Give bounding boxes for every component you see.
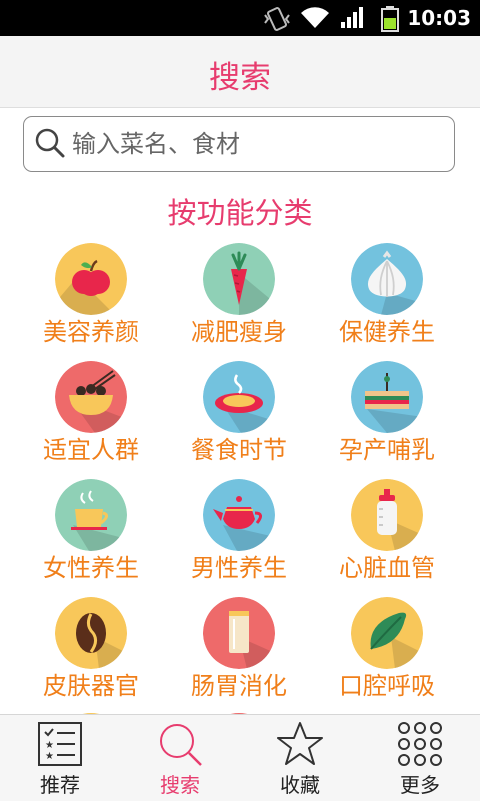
search-box[interactable] [23, 116, 455, 172]
category-item[interactable]: 适宜人群 [11, 358, 171, 476]
vibrate-icon [264, 7, 290, 31]
category-label: 保健养生 [339, 318, 435, 346]
category-item[interactable]: 孕产哺乳 [307, 358, 467, 476]
category-grid: 美容养颜 减肥瘦身 保健养生 适宜人群 餐食时节 孕产哺乳 女性养生 男性养生 … [0, 240, 480, 714]
bottom-tab-bar: ★ ★ 推荐 搜索 收藏 更多 [0, 714, 480, 801]
grid-dots-icon [398, 722, 442, 766]
category-item[interactable]: 肠胃消化 [159, 594, 319, 712]
tab-more[interactable]: 更多 [360, 715, 480, 801]
category-icon-circle [55, 243, 127, 315]
category-label: 减肥瘦身 [191, 318, 287, 346]
status-time: 10:03 [407, 6, 471, 30]
search-input[interactable] [72, 125, 432, 163]
category-item[interactable]: 保健养生 [307, 240, 467, 358]
noodle-bowl-icon [55, 361, 127, 433]
tab-search[interactable]: 搜索 [120, 715, 240, 801]
teapot-icon [203, 479, 275, 551]
tab-label: 收藏 [280, 773, 320, 797]
search-icon [35, 128, 65, 158]
category-label: 适宜人群 [43, 436, 139, 464]
category-item[interactable]: 心脏血管 [307, 476, 467, 594]
search-icon [160, 724, 202, 766]
category-icon-circle [203, 479, 275, 551]
carrot-icon [203, 243, 275, 315]
category-icon-circle [351, 479, 423, 551]
category-icon-circle [351, 361, 423, 433]
category-item[interactable]: 减肥瘦身 [159, 240, 319, 358]
star-icon [277, 722, 323, 765]
category-item[interactable]: 餐食时节 [159, 358, 319, 476]
page-title: 搜索 [209, 60, 271, 96]
category-icon-circle [351, 597, 423, 669]
category-label: 皮肤器官 [43, 672, 139, 700]
svg-text:★: ★ [45, 751, 54, 762]
apple-icon [55, 243, 127, 315]
category-icon-circle [55, 597, 127, 669]
category-label: 美容养颜 [43, 318, 139, 346]
coffee-bean-icon [55, 597, 127, 669]
tab-label: 推荐 [40, 773, 80, 797]
category-item[interactable]: 美容养颜 [11, 240, 171, 358]
wifi-icon [301, 7, 329, 29]
section-title: 按功能分类 [167, 196, 313, 230]
category-label: 肠胃消化 [191, 672, 287, 700]
category-label: 口腔呼吸 [339, 672, 435, 700]
category-icon-circle [55, 361, 127, 433]
milk-bottle-icon [351, 479, 423, 551]
category-item[interactable]: 皮肤器官 [11, 594, 171, 712]
category-label: 男性养生 [191, 554, 287, 582]
category-item[interactable]: 口腔呼吸 [307, 594, 467, 712]
battery-icon [381, 6, 399, 32]
category-icon-circle [351, 243, 423, 315]
tab-recommend[interactable]: ★ ★ 推荐 [0, 715, 120, 801]
category-item[interactable]: 男性养生 [159, 476, 319, 594]
tab-label: 更多 [400, 773, 440, 797]
garlic-icon [351, 243, 423, 315]
tab-favorites[interactable]: 收藏 [240, 715, 360, 801]
category-label: 餐食时节 [191, 436, 287, 464]
steaming-dish-icon [203, 361, 275, 433]
signal-icon [341, 7, 363, 28]
app-header: 搜索 [0, 36, 480, 108]
sandwich-icon [351, 361, 423, 433]
tab-label: 搜索 [160, 773, 200, 797]
category-icon-circle [55, 479, 127, 551]
category-label: 心脏血管 [339, 554, 435, 582]
leaf-icon [351, 597, 423, 669]
list-icon: ★ ★ [38, 722, 82, 766]
status-bar: 10:03 [0, 0, 480, 36]
category-icon-circle [203, 597, 275, 669]
category-label: 孕产哺乳 [339, 436, 435, 464]
tea-cup-icon [55, 479, 127, 551]
category-icon-circle [203, 361, 275, 433]
category-label: 女性养生 [43, 554, 139, 582]
category-icon-circle [203, 243, 275, 315]
drink-glass-icon [203, 597, 275, 669]
category-item[interactable]: 女性养生 [11, 476, 171, 594]
svg-text:★: ★ [45, 740, 54, 751]
